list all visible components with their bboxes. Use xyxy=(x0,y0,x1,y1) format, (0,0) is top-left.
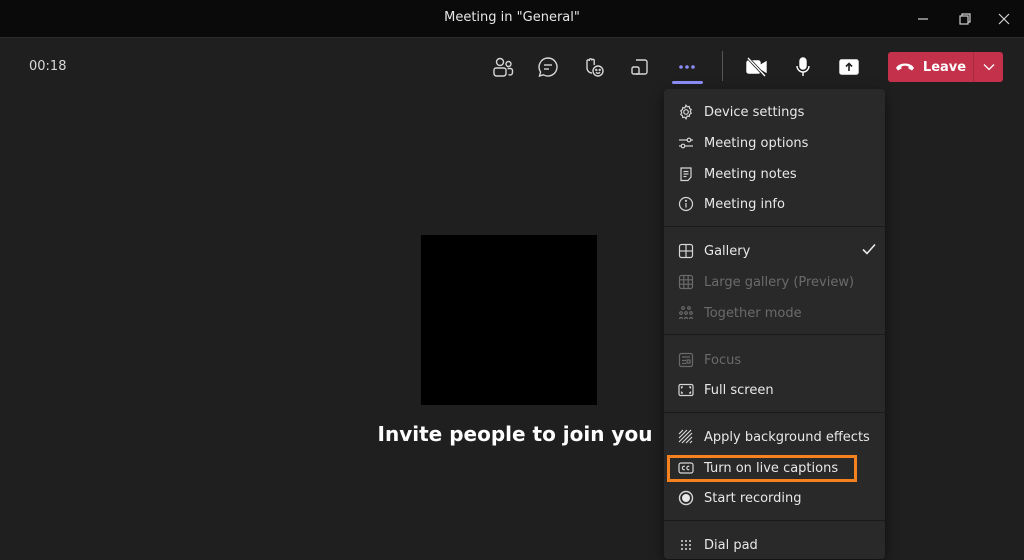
menu-item-full-screen[interactable]: Full screen xyxy=(664,375,885,405)
share-button[interactable] xyxy=(831,50,867,84)
menu-divider xyxy=(664,334,885,335)
rooms-button[interactable] xyxy=(622,50,658,84)
share-tray-icon xyxy=(839,59,859,75)
menu-item-large-gallery: Large gallery (Preview) xyxy=(664,267,885,297)
menu-item-label: Gallery xyxy=(704,243,751,259)
menu-item-label: Meeting options xyxy=(704,135,809,151)
menu-item-label: Full screen xyxy=(704,382,774,398)
menu-divider xyxy=(664,226,885,227)
more-actions-button[interactable] xyxy=(669,50,705,84)
menu-item-meeting-options[interactable]: Meeting options xyxy=(664,128,885,158)
menu-item-device-settings[interactable]: Device settings xyxy=(664,97,885,127)
raise-hand-emoji-icon xyxy=(586,58,604,77)
menu-item-label: Meeting notes xyxy=(704,166,797,182)
self-video-tile xyxy=(421,235,597,405)
hang-up-icon xyxy=(895,63,914,71)
meeting-timer: 00:18 xyxy=(29,59,67,74)
sliders-icon xyxy=(679,137,693,149)
large-gallery-icon xyxy=(678,274,694,290)
minimize-button[interactable] xyxy=(903,0,943,37)
active-tab-indicator xyxy=(672,81,703,84)
menu-item-start-recording[interactable]: Start recording xyxy=(664,483,885,513)
menu-item-label: Together mode xyxy=(704,305,802,321)
menu-item-dial-pad[interactable]: Dial pad xyxy=(664,530,885,560)
camera-off-icon xyxy=(746,56,767,78)
leave-label: Leave xyxy=(922,59,967,75)
menu-item-label: Focus xyxy=(704,352,742,368)
menu-item-label: Large gallery (Preview) xyxy=(704,274,855,290)
dialpad-icon xyxy=(681,540,691,550)
menu-item-meeting-notes[interactable]: Meeting notes xyxy=(664,159,885,189)
menu-item-label: Turn on live captions xyxy=(704,460,839,476)
menu-item-focus: Focus xyxy=(664,345,885,375)
leave-options-dropdown[interactable] xyxy=(974,52,1003,82)
background-effects-icon xyxy=(678,429,693,444)
menu-divider xyxy=(664,412,885,413)
chat-icon xyxy=(538,57,558,78)
menu-item-meeting-info[interactable]: Meeting info xyxy=(664,189,885,219)
more-icon xyxy=(679,65,695,69)
menu-item-label: Device settings xyxy=(704,104,805,120)
record-icon xyxy=(678,490,694,506)
together-mode-icon xyxy=(678,306,694,320)
breakout-rooms-icon xyxy=(631,59,648,75)
reactions-button[interactable] xyxy=(576,50,612,84)
camera-button[interactable] xyxy=(739,50,775,84)
chat-button[interactable] xyxy=(530,50,566,84)
menu-item-live-captions[interactable]: Turn on live captions xyxy=(664,453,885,483)
close-button[interactable] xyxy=(984,0,1024,37)
menu-item-label: Dial pad xyxy=(704,537,758,553)
meeting-toolbar: 00:18 Leave xyxy=(0,37,1024,94)
close-icon xyxy=(998,13,1010,24)
window-title: Meeting in "General" xyxy=(444,10,580,25)
leave-button-group: Leave xyxy=(888,52,1003,82)
menu-item-together-mode: Together mode xyxy=(664,298,885,328)
gallery-icon xyxy=(678,243,694,259)
restore-button[interactable] xyxy=(945,0,985,37)
leave-button[interactable]: Leave xyxy=(888,52,973,82)
checkmark-icon xyxy=(862,243,876,255)
people-icon xyxy=(493,57,514,77)
minimize-icon xyxy=(918,17,928,20)
microphone-icon xyxy=(796,57,810,76)
fullscreen-icon xyxy=(678,383,694,397)
chevron-down-icon xyxy=(983,64,994,71)
gear-icon xyxy=(680,104,692,120)
notes-icon xyxy=(680,167,692,182)
more-actions-menu: Device settings Meeting options Meeting … xyxy=(664,89,885,559)
toolbar-divider xyxy=(722,51,723,81)
cc-icon xyxy=(678,462,694,474)
participants-button[interactable] xyxy=(485,50,521,84)
menu-item-background-effects[interactable]: Apply background effects xyxy=(664,422,885,452)
menu-divider xyxy=(664,520,885,521)
microphone-button[interactable] xyxy=(785,50,821,84)
menu-item-gallery[interactable]: Gallery xyxy=(664,236,885,266)
info-icon xyxy=(678,196,694,212)
window-titlebar: Meeting in "General" xyxy=(0,0,1024,37)
menu-item-label: Meeting info xyxy=(704,196,785,212)
menu-item-label: Apply background effects xyxy=(704,429,870,445)
focus-icon xyxy=(678,352,694,368)
invite-people-text: Invite people to join you xyxy=(377,422,653,446)
restore-icon xyxy=(959,12,971,25)
menu-item-label: Start recording xyxy=(704,490,802,506)
